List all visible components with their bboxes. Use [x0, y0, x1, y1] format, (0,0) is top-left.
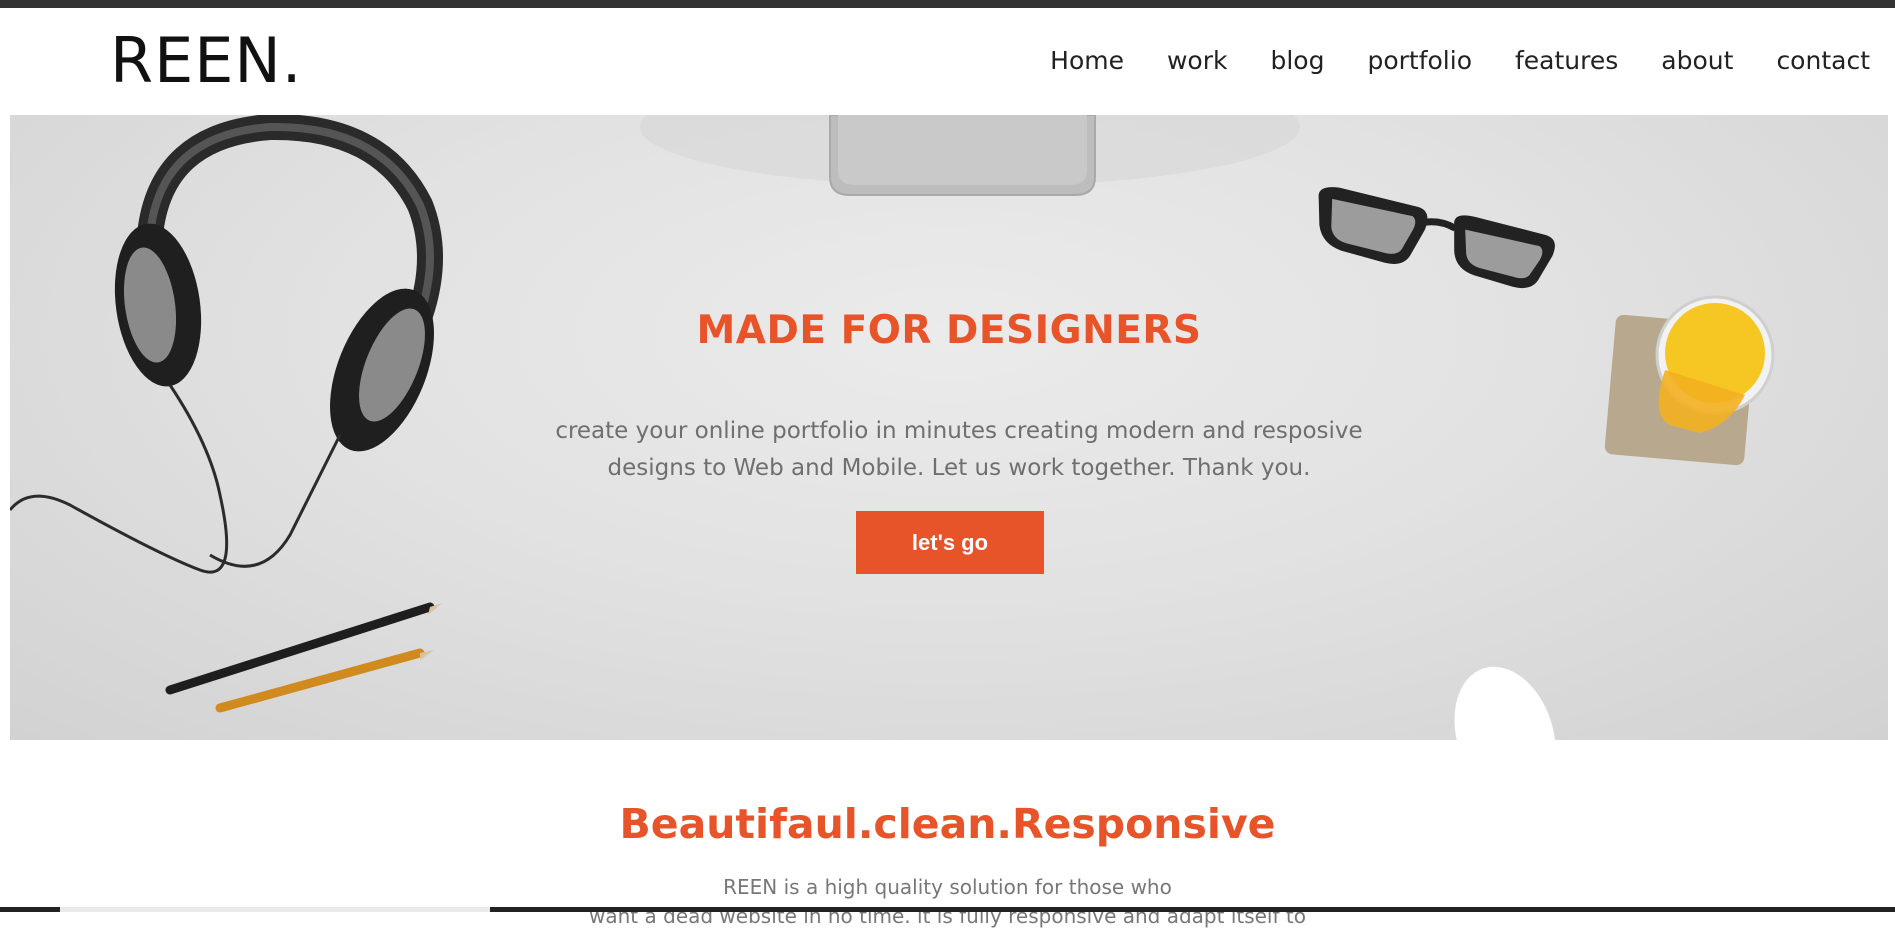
horizontal-scrollbar-thumb[interactable]	[60, 907, 490, 912]
hero-description-line-2: designs to Web and Mobile. Let us work t…	[607, 455, 1311, 481]
pencils-icon	[165, 602, 442, 713]
hero-title: MADE FOR DESIGNERS	[696, 308, 1202, 353]
section-title: Beautifaul.clean.Responsive	[619, 800, 1276, 848]
section-description: REEN is a high quality solution for thos…	[560, 873, 1335, 931]
lets-go-button[interactable]: let's go	[856, 511, 1044, 574]
nav-item-home[interactable]: Home	[1050, 48, 1124, 73]
nav-item-contact[interactable]: contact	[1776, 48, 1870, 73]
site-header: REEN. Home work blog portfolio features …	[0, 8, 1895, 115]
main-nav: Home work blog portfolio features about …	[1007, 48, 1870, 73]
site-logo[interactable]: REEN.	[110, 30, 303, 92]
section-description-line-1: REEN is a high quality solution for thos…	[723, 875, 1172, 899]
nav-item-about[interactable]: about	[1661, 48, 1733, 73]
nav-item-portfolio[interactable]: portfolio	[1367, 48, 1472, 73]
hero-description: create your online portfolio in minutes …	[500, 413, 1418, 487]
nav-item-work[interactable]: work	[1167, 48, 1228, 73]
monitor-stand-icon	[640, 115, 1300, 196]
hero-banner: MADE FOR DESIGNERS create your online po…	[10, 115, 1888, 740]
top-border	[0, 0, 1895, 8]
nav-item-features[interactable]: features	[1515, 48, 1618, 73]
hero-description-line-1: create your online portfolio in minutes …	[555, 418, 1363, 444]
eyeglasses-icon	[1318, 187, 1555, 289]
mouse-icon	[1454, 666, 1556, 740]
nav-item-blog[interactable]: blog	[1270, 48, 1324, 73]
